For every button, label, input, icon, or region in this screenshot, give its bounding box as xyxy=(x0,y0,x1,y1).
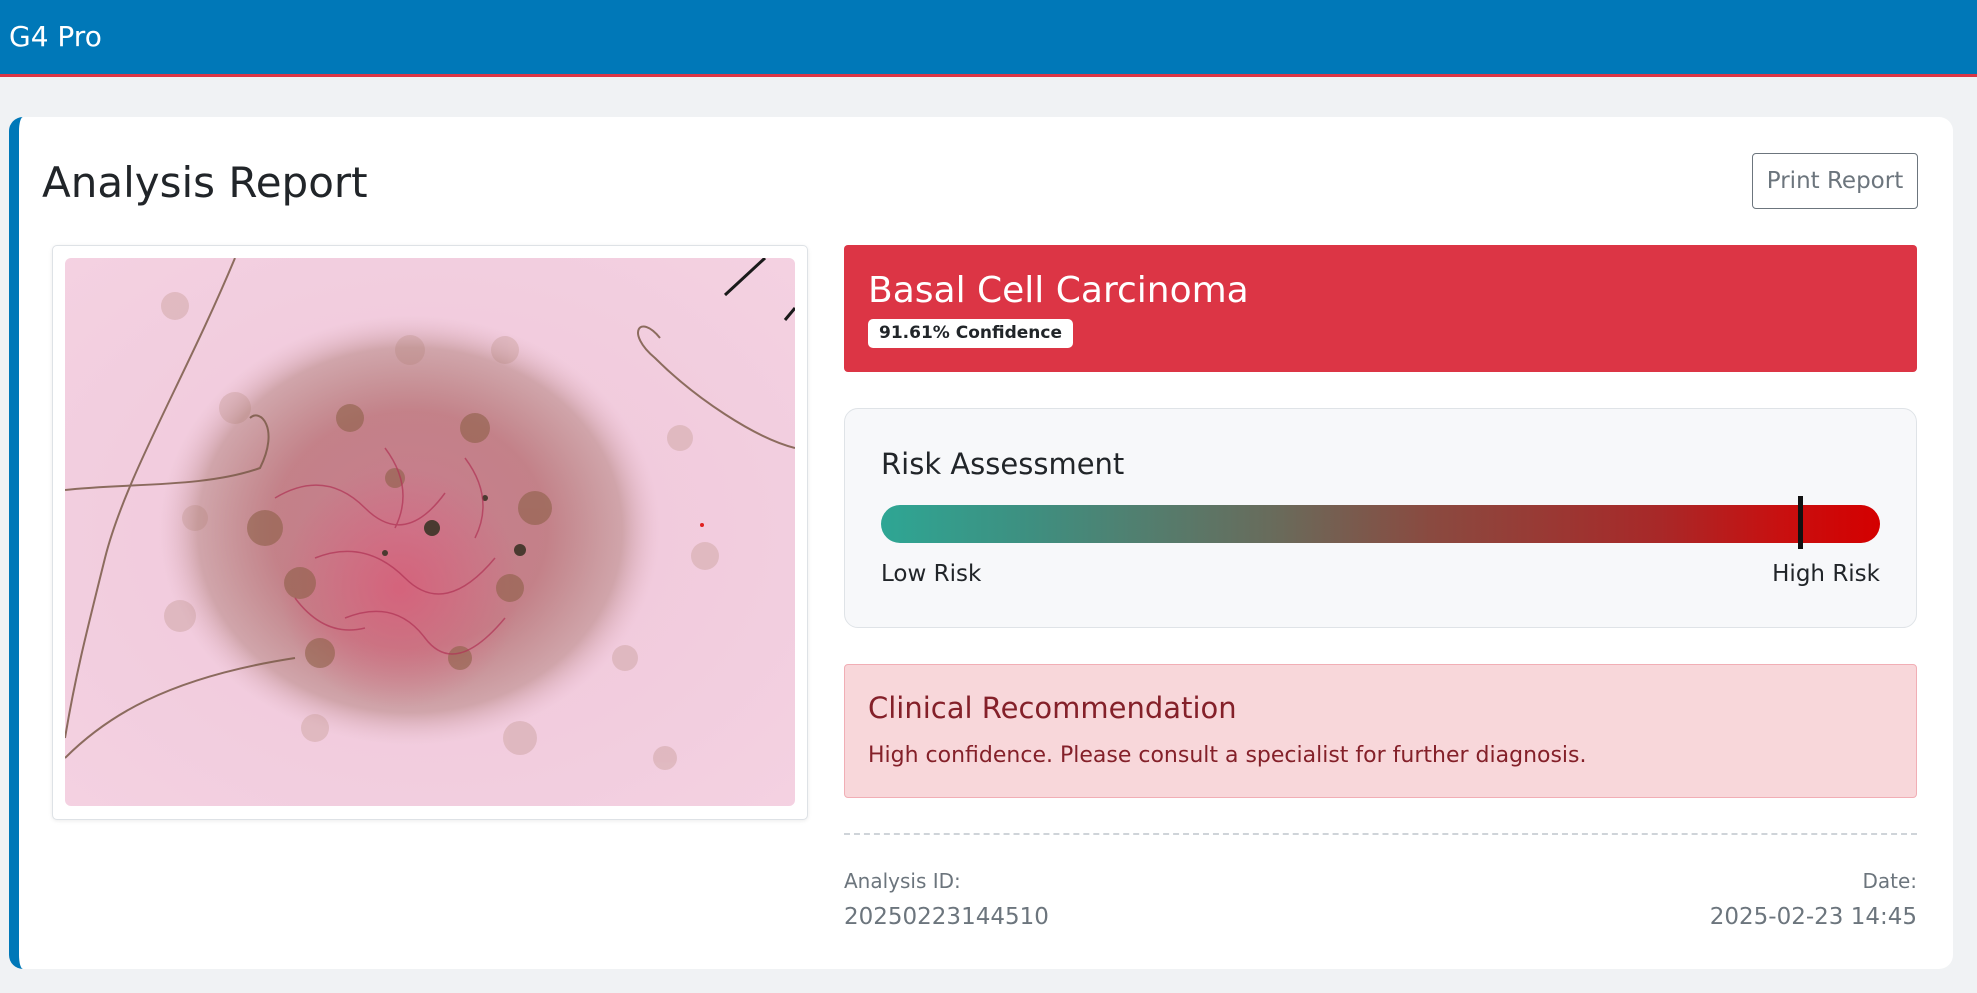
risk-level-marker xyxy=(1798,496,1804,549)
clinical-recommendation-card xyxy=(844,664,1917,798)
recommendation-title: Clinical Recommendation xyxy=(868,691,1237,725)
risk-gradient-bar xyxy=(881,505,1880,543)
confidence-badge: 91.61% Confidence xyxy=(868,319,1073,348)
risk-assessment-title: Risk Assessment xyxy=(881,447,1125,481)
date-value: 2025-02-23 14:45 xyxy=(1709,904,1917,930)
lesion-image xyxy=(65,258,795,806)
page-title: Analysis Report xyxy=(42,158,368,207)
high-risk-label: High Risk xyxy=(1772,561,1880,587)
top-navbar: G4 Pro xyxy=(0,0,1977,77)
date-label: Date: xyxy=(1862,869,1917,893)
dashed-divider xyxy=(844,833,1917,835)
analysis-id-label: Analysis ID: xyxy=(844,869,961,893)
analysis-id-value: 20250223144510 xyxy=(844,904,1049,930)
low-risk-label: Low Risk xyxy=(881,561,982,587)
diagnosis-name: Basal Cell Carcinoma xyxy=(868,270,1249,311)
print-report-button[interactable]: Print Report xyxy=(1752,153,1918,209)
recommendation-text: High confidence. Please consult a specia… xyxy=(868,743,1587,768)
brand-logo[interactable]: G4 Pro xyxy=(9,20,102,54)
